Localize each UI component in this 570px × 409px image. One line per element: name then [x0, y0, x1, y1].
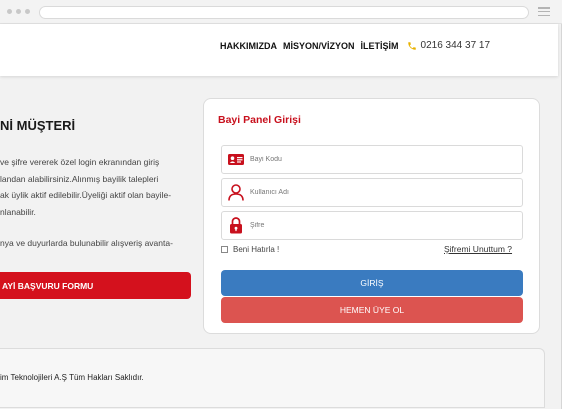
login-button[interactable]: GİRİŞ [221, 270, 523, 296]
phone-contact[interactable]: 0216 344 37 17 [407, 40, 491, 51]
phone-number: 0216 344 37 17 [420, 40, 491, 51]
browser-toolbar [0, 0, 562, 24]
lock-icon [222, 217, 250, 234]
description-line: ve şifre vererek özel login ekranından g… [0, 157, 160, 167]
top-nav: HAKKIMIZDA MİSYON/VİZYON İLETİŞİM 0216 3… [220, 40, 490, 51]
description-line: nya ve duyurlarda bulunabilir alışveriş … [0, 238, 173, 248]
password-field[interactable] [221, 211, 523, 240]
nav-contact[interactable]: İLETİŞİM [361, 41, 399, 51]
panel-title: Bayi Panel Girişi [218, 114, 301, 126]
site-header: HAKKIMIZDA MİSYON/VİZYON İLETİŞİM 0216 3… [0, 24, 558, 76]
remember-checkbox[interactable] [221, 246, 228, 253]
menu-icon[interactable] [538, 7, 550, 16]
dealer-application-button[interactable]: AYİ BAŞVURU FORMU [0, 272, 191, 299]
description-line: ak üylik aktif edilebilir.Üyeliği aktif … [0, 190, 172, 200]
section-description: ve şifre vererek özel login ekranından g… [0, 154, 190, 252]
footer: im Teknolojileri A.Ş Tüm Hakları Saklıdı… [0, 348, 545, 408]
register-button[interactable]: HEMEN ÜYE OL [221, 297, 523, 323]
copyright-text: im Teknolojileri A.Ş Tüm Hakları Saklıdı… [0, 373, 144, 382]
nav-mission-vision[interactable]: MİSYON/VİZYON [283, 41, 355, 51]
dealer-login-panel: Bayi Panel Girişi Bayi Kodu Kullanıcı Ad… [203, 98, 540, 334]
forgot-password-link[interactable]: Şifremi Unuttum ? [444, 244, 512, 254]
dealer-code-field[interactable] [221, 145, 523, 174]
address-bar[interactable] [39, 6, 529, 19]
dealer-code-input[interactable] [250, 156, 510, 163]
username-input[interactable] [250, 189, 510, 196]
remember-label: Beni Hatırla ! [233, 245, 280, 254]
user-icon [222, 184, 250, 201]
id-card-icon [222, 154, 250, 165]
section-title: Nİ MÜŞTERİ [0, 118, 76, 133]
description-line: landan alabilirsiniz.Alınmış bayilik tal… [0, 173, 159, 184]
window-dots [7, 9, 30, 14]
browser-window: HAKKIMIZDA MİSYON/VİZYON İLETİŞİM 0216 3… [0, 0, 562, 409]
password-input[interactable] [250, 222, 510, 229]
remember-me[interactable]: Beni Hatırla ! [221, 245, 279, 254]
phone-icon [407, 41, 416, 50]
description-line: nlanabilir. [0, 206, 36, 217]
username-field[interactable] [221, 178, 523, 207]
nav-about[interactable]: HAKKIMIZDA [220, 41, 277, 51]
